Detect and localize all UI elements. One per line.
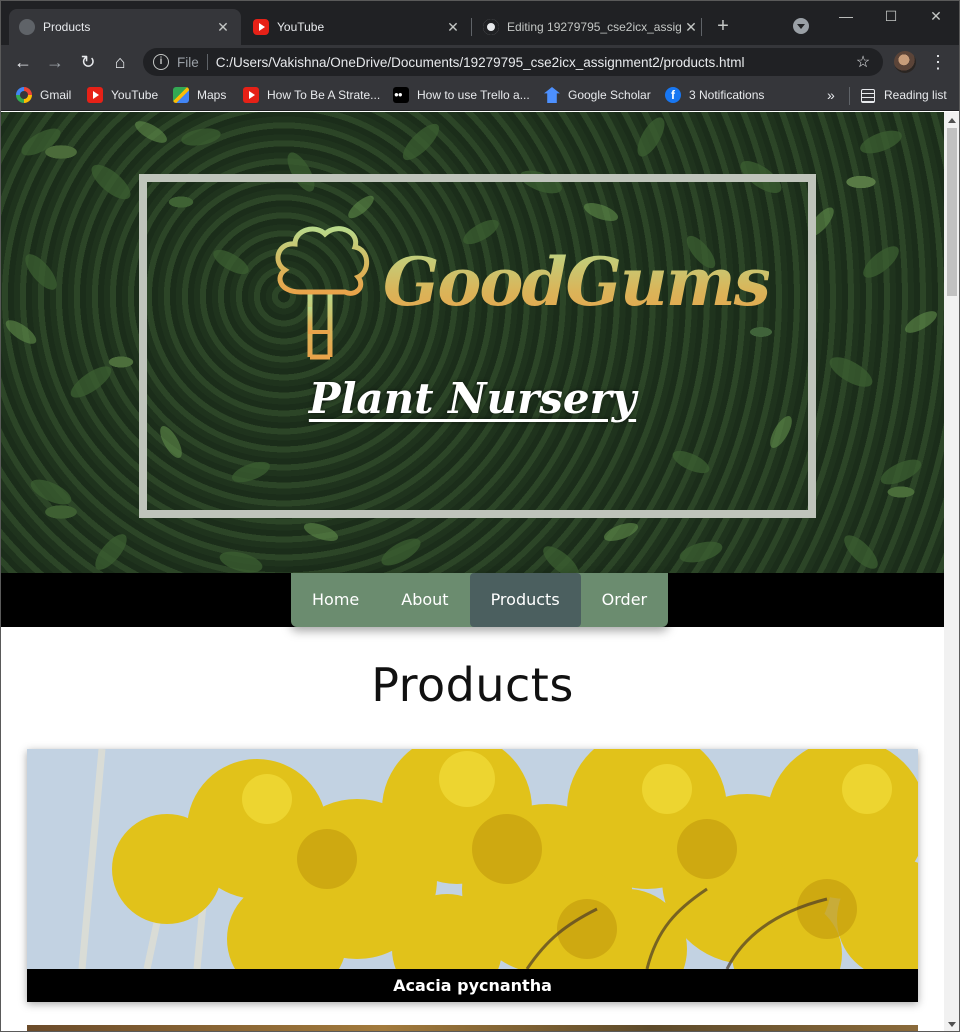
hero-banner: GoodGums Plant Nursery [1,112,944,573]
nav-home[interactable]: Home [291,573,380,627]
close-icon[interactable]: ✕ [445,19,461,36]
facebook-icon: f [665,87,681,103]
reading-list-icon[interactable] [861,89,875,103]
product-card[interactable]: Acacia pycnantha [27,749,918,1002]
browser-window: Products ✕ YouTube ✕ Editing 19279795_cs… [0,0,960,1032]
bookmark-strategy[interactable]: How To Be A Strate... [243,85,380,105]
address-scheme: File [177,54,199,70]
globe-icon [19,19,35,35]
vertical-scrollbar[interactable] [944,112,959,1031]
maps-icon [173,87,189,103]
profile-avatar[interactable] [894,51,916,73]
tab-separator [471,18,472,36]
home-button[interactable]: ⌂ [108,50,132,74]
minimize-button[interactable]: — [831,5,861,27]
bookmark-label: 3 Notifications [689,88,765,102]
tab-title: Products [43,20,91,34]
brand-name: GoodGums [383,243,771,321]
reload-button[interactable]: ↻ [76,50,100,74]
scroll-down-arrow-icon[interactable] [948,1022,956,1027]
scroll-up-arrow-icon[interactable] [948,118,956,123]
product-image [27,749,918,969]
bookmark-label: How To Be A Strate... [267,88,381,102]
bookmark-label: Gmail [40,88,72,102]
tree-logo-icon [275,226,370,360]
forward-button[interactable]: → [43,50,67,74]
youtube-icon [87,87,103,103]
tab-title: Editing 19279795_cse2icx_assig [507,20,682,34]
youtube-icon [243,87,259,103]
github-icon [483,19,499,35]
hero-frame [139,174,816,518]
bookmarks-bar: Gmail YouTube Maps How To Be A Strate...… [1,79,959,111]
browser-menu-button[interactable]: ⋮ [927,50,949,74]
bookmark-label: How to use Trello a... [417,88,530,102]
tab-strip: Products ✕ YouTube ✕ Editing 19279795_cs… [1,1,959,45]
page-viewport: GoodGums Plant Nursery Home About Produc… [1,112,944,1031]
youtube-icon [253,19,269,35]
more-bookmarks-button[interactable]: » [827,85,835,105]
nav-about[interactable]: About [380,573,469,627]
hero-subtitle: Plant Nursery [308,374,637,423]
window-close-button[interactable]: ✕ [921,5,951,27]
address-separator [206,54,208,70]
new-tab-button[interactable]: + [711,15,735,37]
bookmark-notifications[interactable]: f 3 Notifications [665,85,764,105]
tab-title: YouTube [277,20,325,34]
main-nav: Home About Products Order [291,573,669,627]
toolbar: ← → ↻ ⌂ i File C:/Users/Vakishna/OneDriv… [1,45,959,79]
next-product-card[interactable] [27,1025,918,1031]
back-button[interactable]: ← [11,50,35,74]
bookmark-google-scholar[interactable]: Google Scholar [544,85,651,105]
reading-list-button[interactable]: Reading list [884,88,947,102]
bookmark-youtube[interactable]: YouTube [87,85,158,105]
tab-separator [701,18,702,36]
product-name: Acacia pycnantha [27,969,918,1002]
bookmark-label: Google Scholar [568,88,651,102]
gmail-icon [16,87,32,103]
address-bar[interactable]: i File C:/Users/Vakishna/OneDrive/Docume… [143,48,883,76]
bookmark-maps[interactable]: Maps [173,85,226,105]
bookmark-trello[interactable]: How to use Trello a... [393,85,530,105]
close-icon[interactable]: ✕ [683,19,699,36]
bookmark-label: Maps [197,88,227,102]
scholar-icon [544,87,560,103]
bookmark-label: YouTube [111,88,159,102]
maximize-button[interactable]: ☐ [876,5,906,27]
info-icon[interactable]: i [153,54,169,70]
nav-products[interactable]: Products [469,573,581,627]
close-icon[interactable]: ✕ [215,19,231,36]
bookmark-star-icon[interactable]: ☆ [853,52,873,72]
nav-order[interactable]: Order [581,573,668,627]
medium-icon [393,87,409,103]
bookmark-gmail[interactable]: Gmail [16,85,71,105]
address-url[interactable]: C:/Users/Vakishna/OneDrive/Documents/192… [216,55,853,70]
tab-products[interactable]: Products ✕ [9,9,241,45]
acacia-photo [27,749,918,969]
scrollbar-thumb[interactable] [947,128,957,296]
tab-youtube[interactable]: YouTube ✕ [243,9,471,45]
tab-github[interactable]: Editing 19279795_cse2icx_assig ✕ [473,9,709,45]
page-title: Products [371,658,574,712]
tab-search-button[interactable] [793,18,809,34]
bookmarks-separator [849,87,850,105]
